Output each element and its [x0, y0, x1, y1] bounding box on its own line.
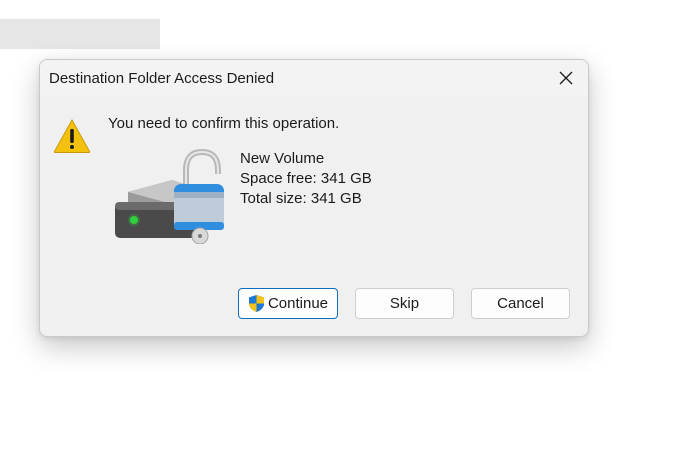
close-icon: [559, 71, 573, 85]
close-button[interactable]: [550, 64, 582, 92]
dialog-titlebar: Destination Folder Access Denied: [40, 60, 588, 96]
access-denied-dialog: Destination Folder Access Denied You nee…: [39, 59, 589, 337]
continue-label: Continue: [267, 295, 329, 312]
skip-button[interactable]: Skip: [355, 288, 454, 319]
dialog-title: Destination Folder Access Denied: [49, 70, 275, 87]
continue-button[interactable]: Continue: [238, 288, 338, 319]
volume-name: New Volume: [240, 150, 325, 167]
uac-shield-icon: [248, 295, 264, 312]
volume-total-size: Total size: 341 GB: [240, 190, 362, 207]
volume-space-free: Space free: 341 GB: [240, 170, 372, 187]
locked-drive-icon: [115, 148, 224, 244]
warning-icon: [53, 118, 91, 153]
confirm-message: You need to confirm this operation.: [108, 115, 340, 132]
cancel-button[interactable]: Cancel: [471, 288, 570, 319]
volume-info: New Volume Space free: 341 GB Total size…: [240, 149, 372, 209]
background-window-fragment: [0, 19, 160, 49]
